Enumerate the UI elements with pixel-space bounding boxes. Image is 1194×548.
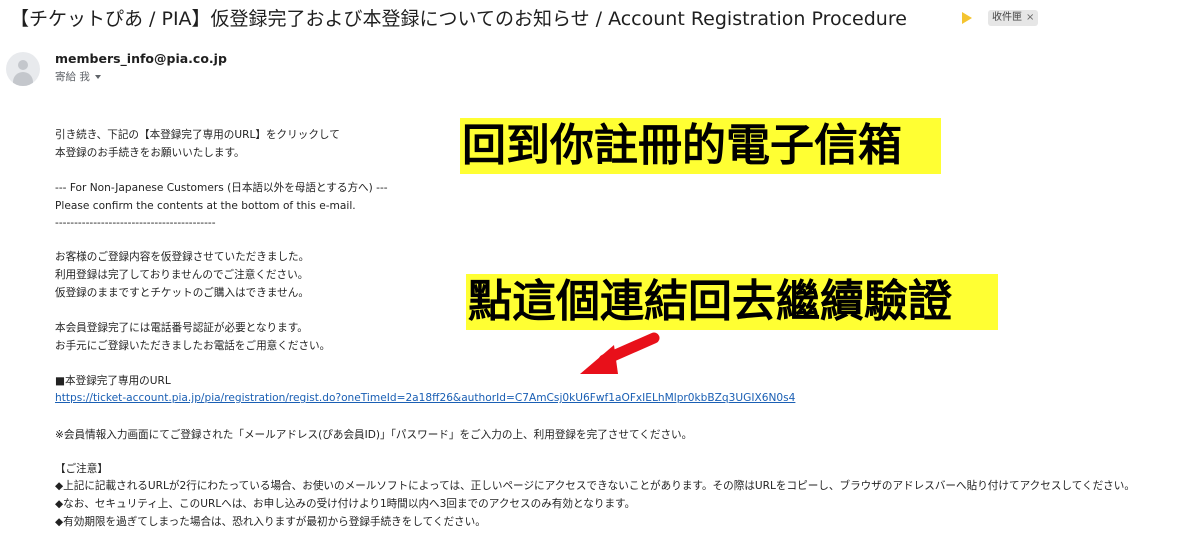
avatar-head bbox=[18, 60, 28, 70]
body-line: お手元にご登録いただきましたお電話をご用意ください。 bbox=[55, 340, 331, 352]
caution-line: ◆なお、セキュリティ上、このURLへは、お申し込みの受け付けより1時間以内へ3回… bbox=[55, 498, 636, 510]
red-arrow-icon bbox=[580, 332, 660, 374]
body-line: 本登録のお手続きをお願いいたします。 bbox=[55, 147, 245, 159]
body-line: 利用登録は完了しておりませんのでご注意ください。 bbox=[55, 269, 309, 281]
remove-label-icon[interactable]: × bbox=[1026, 12, 1034, 23]
caution-line: ◆有効期限を過ぎてしまった場合は、恐れ入りますが最初から登録手続きをしてください… bbox=[55, 516, 486, 528]
inbox-label-text: 收件匣 bbox=[992, 12, 1022, 23]
sender-address: members_info@pia.co.jp bbox=[55, 51, 227, 66]
recipient-text: 寄給 我 bbox=[55, 71, 90, 83]
caution-heading: 【ご注意】 bbox=[55, 463, 108, 475]
body-line: 仮登録のままですとチケットのご購入はできません。 bbox=[55, 287, 309, 299]
body-line: Please confirm the contents at the botto… bbox=[55, 200, 356, 212]
body-line: 引き続き、下記の【本登録完了専用のURL】をクリックして bbox=[55, 129, 340, 141]
body-line: --- For Non-Japanese Customers (日本語以外を母語… bbox=[55, 182, 388, 194]
importance-marker-icon[interactable] bbox=[962, 12, 972, 24]
avatar-body bbox=[13, 72, 33, 86]
avatar-icon bbox=[6, 52, 40, 86]
inbox-label-chip: 收件匣 × bbox=[988, 10, 1039, 26]
registration-link[interactable]: https://ticket-account.pia.jp/pia/regist… bbox=[55, 391, 795, 405]
callout-click-link: 點這個連結回去繼續驗證 bbox=[466, 274, 998, 330]
note-line: ※会員情報入力画面にてご登録された「メールアドレス(ぴあ会員ID)」「パスワード… bbox=[55, 429, 693, 441]
recipient-line[interactable]: 寄給 我 bbox=[55, 69, 101, 84]
body-line: 本会員登録完了には電話番号認証が必要となります。 bbox=[55, 322, 308, 334]
caution-line: ◆上記に記載されるURLが2行にわたっている場合、お使いのメールソフトによっては… bbox=[55, 480, 1135, 492]
callout-return-to-mailbox: 回到你註冊的電子信箱 bbox=[460, 118, 941, 174]
body-line: お客様のご登録内容を仮登録させていただきました。 bbox=[55, 251, 310, 263]
email-subject: 【チケットぴあ / PIA】仮登録完了および本登録についてのお知らせ / Acc… bbox=[10, 8, 907, 30]
caret-down-icon[interactable] bbox=[94, 75, 101, 79]
url-heading: ■本登録完了専用のURL bbox=[55, 375, 171, 387]
body-line: ----------------------------------------… bbox=[55, 217, 216, 229]
